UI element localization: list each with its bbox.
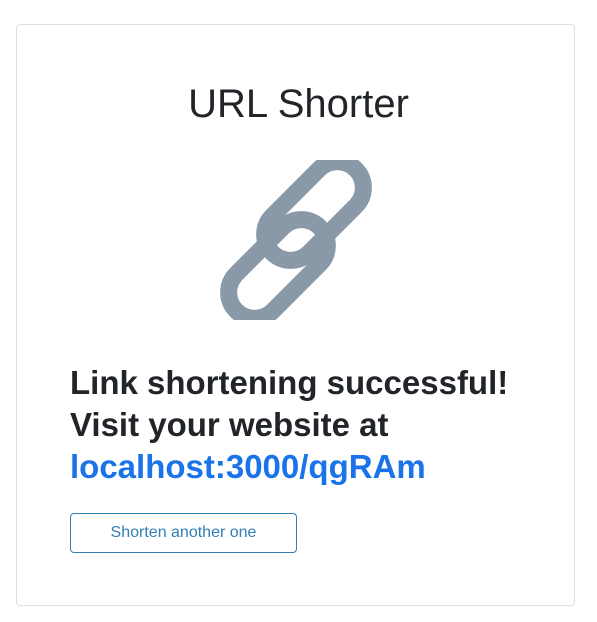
short-url-link[interactable]: localhost:3000/qgRAm [70, 448, 426, 485]
page-title: URL Shorter [188, 82, 409, 126]
success-line: Link shortening successful! [70, 364, 509, 401]
success-message: Link shortening successful! Visit your w… [70, 362, 540, 488]
link-icon [220, 160, 372, 320]
visit-line: Visit your website at [70, 406, 389, 443]
shorten-another-button[interactable]: Shorten another one [70, 513, 297, 553]
